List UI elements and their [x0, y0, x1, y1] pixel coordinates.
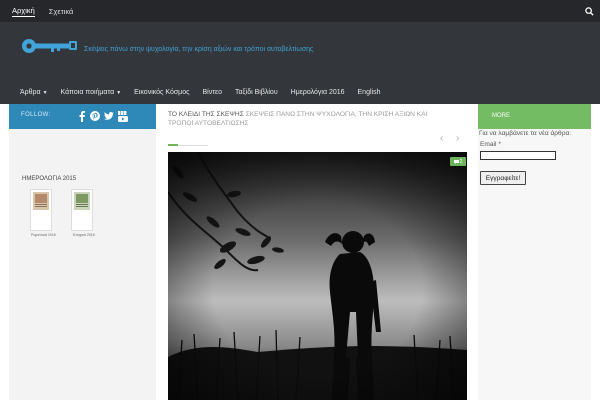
nav-item-label: English: [357, 88, 381, 96]
nav-item-label: Άρθρα: [20, 88, 41, 96]
chevron-down-icon: ▼: [116, 89, 122, 96]
divider: [178, 145, 208, 146]
twitter-icon: [104, 111, 114, 120]
right-sidebar: [478, 129, 591, 400]
nav-item-english[interactable]: English: [358, 89, 381, 96]
divider-accent: [168, 144, 178, 146]
youtube-link[interactable]: [118, 110, 128, 122]
search-button[interactable]: [578, 0, 600, 22]
site-header: Σκέψεις πάνω στην ψυχολογία, την κρίση α…: [0, 22, 600, 80]
subscribe-button[interactable]: Εγγραφείτε!: [480, 171, 526, 185]
breadcrumb-home[interactable]: ΤΟ ΚΛΕΙΔΙ ΤΗΣ ΣΚΕΨΗΣ: [168, 111, 244, 118]
nav-item-virtual-world[interactable]: Εικονικός Κόσμος: [134, 89, 189, 96]
nav-item-book-journey[interactable]: Ταξίδι Βιβλίου: [235, 89, 278, 96]
calendar-cover-image: [33, 192, 49, 210]
page: Αρχική Σχετικά Σκέψεις πάνω στην ψυχολογ…: [0, 0, 600, 400]
comment-count: 2: [459, 158, 463, 165]
nav-item-label: Βίντεο: [202, 88, 222, 96]
youtube-icon: [118, 110, 128, 122]
email-field[interactable]: [480, 151, 556, 160]
top-bar: Αρχική Σχετικά: [0, 0, 600, 22]
calendars-widget-title: ΗΜΕΡΟΛΟΓΙΑ 2015: [22, 176, 77, 182]
main-nav-list: Άρθρα ▼ Κάποια ποιήματα ▼ Εικονικός Κόσμος…: [0, 80, 600, 104]
nav-item-articles[interactable]: Άρθρα ▼: [20, 89, 48, 96]
follow-bar: FOLLOW:: [9, 104, 156, 129]
pinterest-icon: [90, 111, 100, 121]
top-nav-about-link[interactable]: Σχετικά: [49, 7, 74, 16]
site-logo[interactable]: [20, 35, 78, 57]
nav-item-label: Ημερολόγια 2016: [290, 88, 345, 96]
calendar-thumbnail[interactable]: [71, 189, 93, 231]
nav-item-calendars-2016[interactable]: Ημερολόγια 2016: [291, 89, 345, 96]
nav-item-poems[interactable]: Κάποια ποιήματα ▼: [61, 89, 122, 96]
silhouette-photo: [168, 152, 467, 400]
breadcrumb: ΤΟ ΚΛΕΙΔΙ ΤΗΣ ΣΚΕΨΗΣ ΣΚΕΨΕΙΣ ΠΑΝΩ ΣΤΗΝ Ψ…: [168, 110, 438, 128]
featured-image[interactable]: [168, 152, 467, 400]
search-icon: [584, 6, 594, 16]
top-nav-home-link[interactable]: Αρχική: [12, 6, 35, 17]
next-arrow-icon[interactable]: ›: [456, 133, 459, 144]
main-nav: Άρθρα ▼ Κάποια ποιήματα ▼ Εικονικός Κόσμος…: [0, 80, 600, 104]
comment-count-badge[interactable]: 2: [450, 157, 466, 166]
follow-label: FOLLOW:: [21, 112, 51, 118]
top-nav: Αρχική Σχετικά: [12, 0, 73, 22]
nav-item-label: Κάποια ποιήματα: [60, 88, 115, 96]
email-label: Email *: [480, 141, 501, 148]
nav-item-label: Εικονικός Κόσμος: [134, 88, 190, 96]
comment-icon: [453, 159, 459, 164]
calendar-thumbnail[interactable]: [30, 189, 52, 231]
pinterest-link[interactable]: [90, 110, 100, 122]
left-sidebar: [9, 129, 156, 400]
prev-arrow-icon[interactable]: ‹: [440, 133, 443, 144]
chevron-down-icon: ▼: [42, 89, 48, 96]
newsletter-prompt: Για να λαμβάνετε τα νέα άρθρα:: [479, 130, 572, 137]
key-logo-icon: [22, 39, 77, 53]
more-label: MORE: [492, 113, 510, 119]
calendar-caption: Εποχικά 2016: [73, 233, 95, 237]
nav-item-label: Ταξίδι Βιβλίου: [234, 88, 278, 96]
facebook-link[interactable]: [77, 110, 87, 122]
facebook-icon: [79, 110, 85, 122]
site-tagline: Σκέψεις πάνω στην ψυχολογία, την κρίση α…: [84, 46, 314, 53]
calendar-cover-image: [74, 192, 90, 210]
twitter-link[interactable]: [104, 110, 114, 122]
calendar-caption: Ρομαντικά 2016: [31, 233, 56, 237]
nav-item-video[interactable]: Βίντεο: [202, 89, 222, 96]
